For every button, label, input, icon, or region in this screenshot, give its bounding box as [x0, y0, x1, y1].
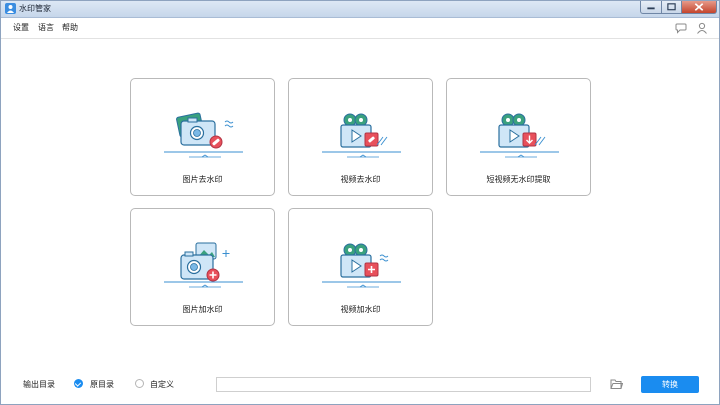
radio-original-directory-label[interactable]: 原目录	[90, 380, 114, 390]
title-bar: 水印管家	[1, 1, 719, 18]
card-video-remove-watermark[interactable]: 视频去水印	[288, 78, 433, 196]
app-logo-icon	[5, 3, 16, 14]
card-image-remove-watermark[interactable]: 图片去水印	[130, 78, 275, 196]
card-label: 图片去水印	[182, 175, 223, 184]
menu-help[interactable]: 帮助	[62, 23, 78, 33]
card-image-add-watermark[interactable]: 图片加水印	[130, 208, 275, 326]
minimize-icon	[647, 7, 655, 10]
menu-language[interactable]: 语言	[38, 23, 54, 33]
menu-bar: 设置 语言 帮助	[1, 18, 719, 39]
maximize-button[interactable]	[661, 1, 682, 14]
output-path-input[interactable]	[216, 377, 591, 392]
maximize-icon	[667, 3, 676, 11]
app-window: 水印管家 设置 语言 帮助 图片去水印 视频去水印 短视频无水印提取 图片加水印…	[0, 0, 720, 405]
close-icon	[694, 3, 704, 11]
card-label: 视频去水印	[340, 175, 381, 184]
footer-bar: 输出目录 原目录 自定义 转换	[1, 365, 719, 404]
card-short-video-extract[interactable]: 短视频无水印提取	[446, 78, 591, 196]
radio-custom-directory-label[interactable]: 自定义	[150, 380, 174, 390]
chat-icon[interactable]	[675, 22, 687, 34]
minimize-button[interactable]	[640, 1, 662, 14]
card-label: 视频加水印	[340, 305, 381, 314]
card-label: 短视频无水印提取	[486, 175, 551, 184]
radio-original-directory[interactable]	[74, 379, 83, 388]
user-icon[interactable]	[696, 22, 708, 34]
radio-custom-directory[interactable]	[135, 379, 144, 388]
card-video-add-watermark[interactable]: 视频加水印	[288, 208, 433, 326]
convert-button[interactable]: 转换	[641, 376, 699, 393]
photo-add-watermark-icon	[164, 242, 243, 288]
short-video-extract-icon	[480, 113, 559, 158]
card-label: 图片加水印	[182, 305, 223, 314]
window-title: 水印管家	[19, 4, 51, 13]
video-add-watermark-icon	[322, 243, 401, 288]
menu-settings[interactable]: 设置	[13, 23, 29, 33]
output-directory-label: 输出目录	[23, 380, 55, 389]
close-button[interactable]	[681, 1, 717, 14]
photo-remove-watermark-icon	[164, 112, 243, 158]
folder-icon[interactable]	[610, 378, 623, 390]
video-remove-watermark-icon	[322, 113, 401, 158]
